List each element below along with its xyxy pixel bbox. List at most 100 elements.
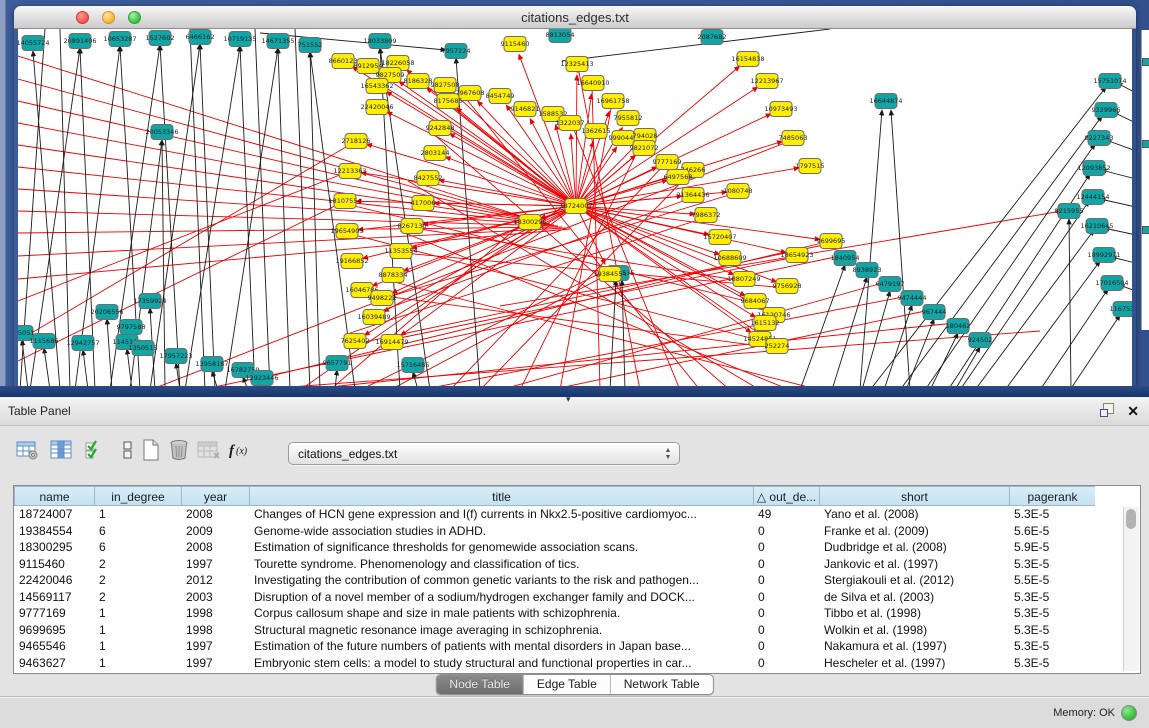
- column-header-out_degree[interactable]: △ out_de...: [753, 486, 819, 506]
- tab-edge-table[interactable]: Edge Table: [523, 675, 610, 694]
- column-header-title[interactable]: title: [249, 486, 753, 506]
- cell-in_degree[interactable]: 6: [94, 523, 181, 540]
- cell-year[interactable]: 1997: [181, 655, 249, 672]
- cell-year[interactable]: 1997: [181, 638, 249, 655]
- cell-name[interactable]: 18724007: [14, 506, 94, 523]
- column-header-in_degree[interactable]: in_degree: [94, 486, 181, 506]
- cell-title[interactable]: Tourette syndrome. Phenomenology and cla…: [249, 556, 753, 573]
- cell-short[interactable]: Franke et al. (2009): [819, 523, 1009, 540]
- tab-node-table[interactable]: Node Table: [436, 675, 523, 694]
- cell-pagerank[interactable]: 5.3E-5: [1009, 638, 1095, 655]
- cell-title[interactable]: Estimation of the future numbers of pati…: [249, 638, 753, 655]
- cell-year[interactable]: 2009: [181, 523, 249, 540]
- column-header-name[interactable]: name: [14, 486, 94, 506]
- cell-year[interactable]: 2012: [181, 572, 249, 589]
- cell-in_degree[interactable]: 6: [94, 539, 181, 556]
- table-row[interactable]: 1830029562008Estimation of significance …: [14, 539, 1140, 556]
- table-panel-header[interactable]: ▾ Table Panel ✕: [0, 397, 1149, 426]
- table-row[interactable]: 946554611997Estimation of the future num…: [14, 638, 1140, 655]
- cell-title[interactable]: Embryonic stem cells: a model to study s…: [249, 655, 753, 672]
- table-row[interactable]: 1872400712008Changes of HCN gene express…: [14, 506, 1140, 523]
- table-row[interactable]: 977716911998Corpus callosum shape and si…: [14, 605, 1140, 622]
- cell-title[interactable]: Changes of HCN gene expression and I(f) …: [249, 506, 753, 523]
- cell-out_degree[interactable]: 0: [753, 589, 819, 606]
- cell-in_degree[interactable]: 1: [94, 655, 181, 672]
- cell-short[interactable]: Hescheler et al. (1997): [819, 655, 1009, 672]
- cell-year[interactable]: 1997: [181, 556, 249, 573]
- cell-year[interactable]: 2008: [181, 506, 249, 523]
- cell-year[interactable]: 1998: [181, 622, 249, 639]
- cell-out_degree[interactable]: 0: [753, 572, 819, 589]
- table-row[interactable]: 2242004622012Investigating the contribut…: [14, 572, 1140, 589]
- delete-icon[interactable]: [166, 437, 192, 463]
- vertical-scrollbar[interactable]: [1123, 507, 1139, 671]
- cell-pagerank[interactable]: 5.3E-5: [1009, 655, 1095, 672]
- cell-name[interactable]: 9115460: [14, 556, 94, 573]
- cell-in_degree[interactable]: 1: [94, 638, 181, 655]
- cell-pagerank[interactable]: 5.3E-5: [1009, 506, 1095, 523]
- cell-out_degree[interactable]: 0: [753, 556, 819, 573]
- cell-name[interactable]: 18300295: [14, 539, 94, 556]
- table-row[interactable]: 911546021997Tourette syndrome. Phenomeno…: [14, 556, 1140, 573]
- cell-out_degree[interactable]: 0: [753, 605, 819, 622]
- cell-name[interactable]: 22420046: [14, 572, 94, 589]
- memory-status-icon[interactable]: [1121, 705, 1137, 721]
- cell-name[interactable]: 9777169: [14, 605, 94, 622]
- scrollbar-thumb[interactable]: [1126, 509, 1136, 529]
- new-document-icon[interactable]: [138, 437, 164, 463]
- cell-out_degree[interactable]: 0: [753, 638, 819, 655]
- cell-name[interactable]: 9699695: [14, 622, 94, 639]
- cell-short[interactable]: Wolkin et al. (1998): [819, 622, 1009, 639]
- cell-title[interactable]: Estimation of significance thresholds fo…: [249, 539, 753, 556]
- cell-pagerank[interactable]: 5.3E-5: [1009, 556, 1095, 573]
- cell-title[interactable]: Disruption of a novel member of a sodium…: [249, 589, 753, 606]
- column-header-year[interactable]: year: [181, 486, 249, 506]
- cell-name[interactable]: 19384554: [14, 523, 94, 540]
- cell-short[interactable]: Stergiakouli et al. (2012): [819, 572, 1009, 589]
- table-row[interactable]: 1938455462009Genome-wide association stu…: [14, 523, 1140, 540]
- show-columns-icon[interactable]: [48, 437, 74, 463]
- cell-out_degree[interactable]: 0: [753, 655, 819, 672]
- cell-short[interactable]: Nakamura et al. (1997): [819, 638, 1009, 655]
- splitter-handle-icon[interactable]: ▾: [566, 394, 571, 405]
- cell-pagerank[interactable]: 5.6E-5: [1009, 523, 1095, 540]
- cell-in_degree[interactable]: 1: [94, 605, 181, 622]
- close-panel-icon[interactable]: ✕: [1127, 404, 1139, 418]
- column-header-short[interactable]: short: [819, 486, 1009, 506]
- import-table-icon[interactable]: [196, 437, 222, 463]
- cell-out_degree[interactable]: 0: [753, 622, 819, 639]
- cell-short[interactable]: Jankovic et al. (1997): [819, 556, 1009, 573]
- cell-name[interactable]: 9463627: [14, 655, 94, 672]
- cell-out_degree[interactable]: 49: [753, 506, 819, 523]
- select-columns-icon[interactable]: [82, 437, 108, 463]
- network-view-window[interactable]: citations_edges.txt 14055724208914061065…: [14, 6, 1136, 389]
- network-graph[interactable]: 1405572420891406106532871527602646616210…: [18, 29, 1132, 389]
- table-selector-dropdown[interactable]: citations_edges.txt ▲▼: [288, 442, 680, 465]
- cell-out_degree[interactable]: 0: [753, 539, 819, 556]
- cell-in_degree[interactable]: 1: [94, 506, 181, 523]
- table-row[interactable]: 969969511998Structural magnetic resonanc…: [14, 622, 1140, 639]
- cell-title[interactable]: Investigating the contribution of common…: [249, 572, 753, 589]
- tab-network-table[interactable]: Network Table: [610, 675, 713, 694]
- cell-short[interactable]: Dudbridge et al. (2008): [819, 539, 1009, 556]
- cell-short[interactable]: de Silva et al. (2003): [819, 589, 1009, 606]
- function-builder-icon[interactable]: f(x): [228, 437, 254, 463]
- cell-pagerank[interactable]: 5.9E-5: [1009, 539, 1095, 556]
- network-canvas[interactable]: 1405572420891406106532871527602646616210…: [18, 29, 1132, 389]
- table-row[interactable]: 1456911722003Disruption of a novel membe…: [14, 589, 1140, 606]
- cell-in_degree[interactable]: 1: [94, 622, 181, 639]
- cell-name[interactable]: 14569117: [14, 589, 94, 606]
- cell-title[interactable]: Structural magnetic resonance image aver…: [249, 622, 753, 639]
- table-row[interactable]: 946362711997Embryonic stem cells: a mode…: [14, 655, 1140, 672]
- cell-pagerank[interactable]: 5.3E-5: [1009, 589, 1095, 606]
- cell-short[interactable]: Yano et al. (2008): [819, 506, 1009, 523]
- cell-year[interactable]: 2008: [181, 539, 249, 556]
- column-header-pagerank[interactable]: pagerank: [1009, 486, 1095, 506]
- window-titlebar[interactable]: citations_edges.txt: [14, 6, 1136, 29]
- cell-title[interactable]: Genome-wide association studies in ADHD.: [249, 523, 753, 540]
- cell-pagerank[interactable]: 5.5E-5: [1009, 572, 1095, 589]
- float-panel-icon[interactable]: [1100, 403, 1115, 418]
- cell-year[interactable]: 2003: [181, 589, 249, 606]
- cell-in_degree[interactable]: 2: [94, 589, 181, 606]
- cell-short[interactable]: Tibbo et al. (1998): [819, 605, 1009, 622]
